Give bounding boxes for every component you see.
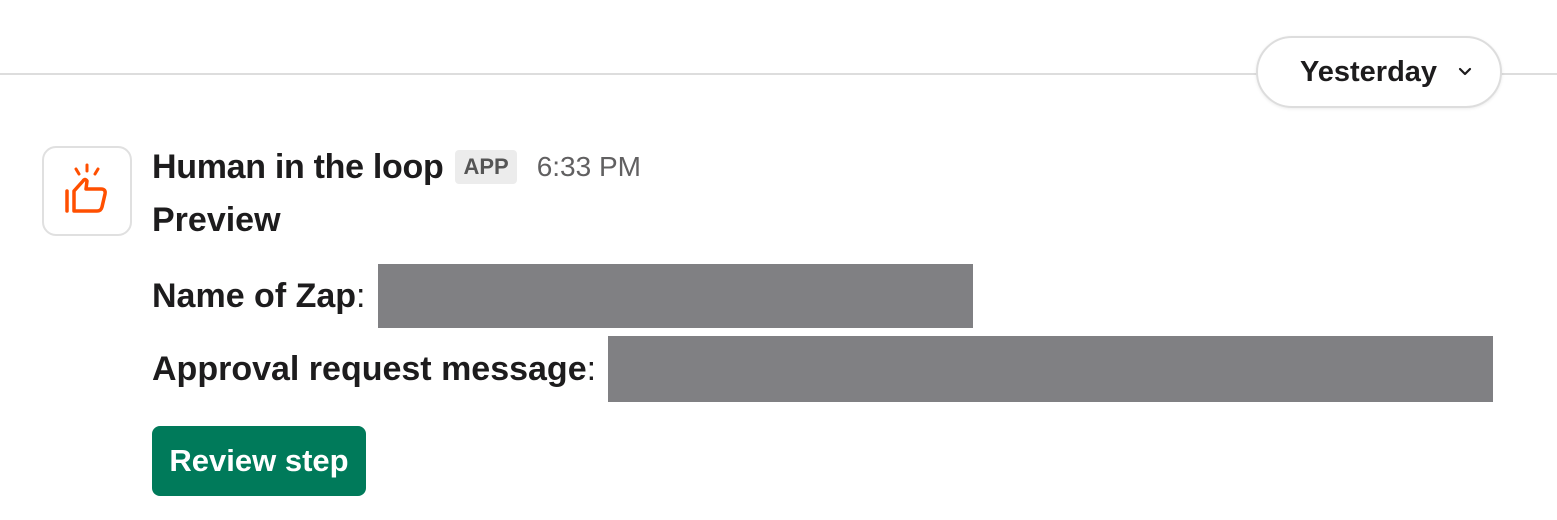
review-step-button[interactable]: Review step (152, 426, 366, 496)
field-label-text: Approval request message (152, 349, 587, 388)
sender-name[interactable]: Human in the loop (152, 148, 444, 187)
field-separator: : (356, 276, 366, 315)
app-avatar[interactable] (42, 146, 132, 236)
field-label: Approval request message: (152, 350, 596, 389)
app-badge: APP (455, 150, 517, 184)
thumbs-up-icon (61, 161, 113, 222)
field-label-text: Name of Zap (152, 276, 357, 315)
message-timestamp[interactable]: 6:33 PM (537, 151, 641, 183)
date-divider-pill[interactable]: Yesterday (1256, 36, 1502, 108)
redacted-value (377, 264, 973, 328)
field-separator: : (586, 349, 597, 388)
redacted-value (608, 336, 1494, 402)
chevron-down-icon (1455, 62, 1475, 82)
field-row-approval-message: Approval request message: (152, 336, 1494, 402)
field-row-zap-name: Name of Zap: (152, 264, 973, 328)
date-label: Yesterday (1300, 55, 1438, 88)
message-header: Human in the loop APP 6:33 PM (152, 140, 641, 194)
message-title: Preview (152, 201, 281, 239)
field-label: Name of Zap: (152, 277, 366, 316)
